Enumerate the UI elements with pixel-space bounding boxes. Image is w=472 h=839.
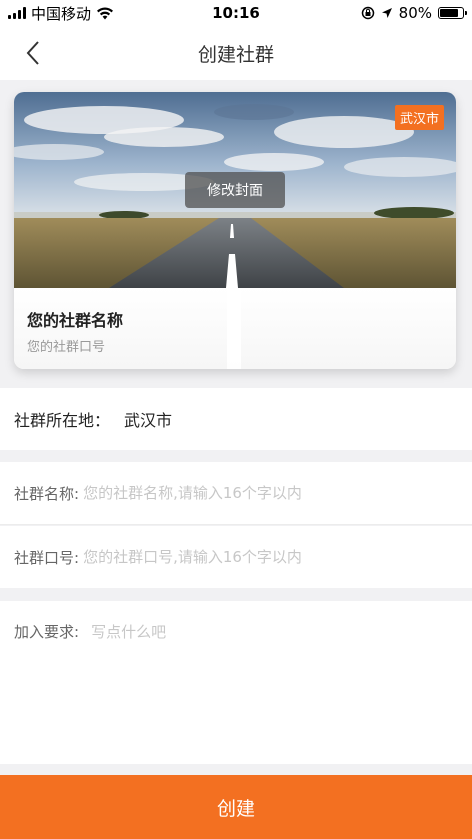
wifi-icon	[97, 7, 114, 19]
community-slogan-input[interactable]	[83, 548, 444, 566]
carrier-label: 中国移动	[31, 4, 92, 23]
requirement-textarea[interactable]	[91, 621, 432, 741]
community-card-preview: 武汉市 修改封面 您的社群名称 您的社群口号	[14, 92, 456, 369]
card-name-preview: 您的社群名称	[27, 311, 124, 330]
requirement-section: 加入要求:	[0, 601, 472, 764]
city-badge: 武汉市	[394, 105, 444, 130]
requirement-label: 加入要求:	[14, 623, 80, 641]
status-right: 80%	[361, 4, 467, 22]
location-row[interactable]: 社群所在地： 武汉市	[0, 388, 472, 450]
slogan-row: 社群口号:	[0, 526, 472, 588]
page-title: 创建社群	[197, 43, 274, 66]
battery-icon	[438, 7, 467, 19]
road-stripe-decoration	[227, 288, 241, 369]
nav-bar: 创建社群	[0, 26, 472, 80]
signal-icon	[8, 7, 26, 19]
card-preview-section: 武汉市 修改封面 您的社群名称 您的社群口号	[0, 80, 472, 388]
battery-fill	[440, 9, 458, 17]
location-arrow-icon	[381, 8, 392, 18]
back-button[interactable]	[18, 38, 48, 68]
location-label: 社群所在地：	[14, 411, 111, 430]
name-row: 社群名称:	[0, 462, 472, 525]
status-left: 中国移动	[8, 3, 114, 24]
community-name-input[interactable]	[83, 484, 444, 502]
rotation-lock-icon	[361, 6, 374, 20]
requirement-line: 加入要求:	[14, 621, 458, 741]
clock: 10:16	[212, 4, 260, 22]
name-label: 社群名称:	[14, 484, 80, 503]
status-bar: 中国移动 10:16 80%	[0, 0, 472, 26]
chevron-left-icon	[26, 41, 39, 65]
card-slogan-preview: 您的社群口号	[27, 340, 106, 355]
location-value: 武汉市	[124, 411, 173, 430]
slogan-label: 社群口号:	[14, 548, 80, 567]
battery-percent: 80%	[398, 4, 432, 22]
edit-cover-button[interactable]: 修改封面	[185, 172, 285, 208]
create-button[interactable]: 创建	[0, 775, 472, 839]
